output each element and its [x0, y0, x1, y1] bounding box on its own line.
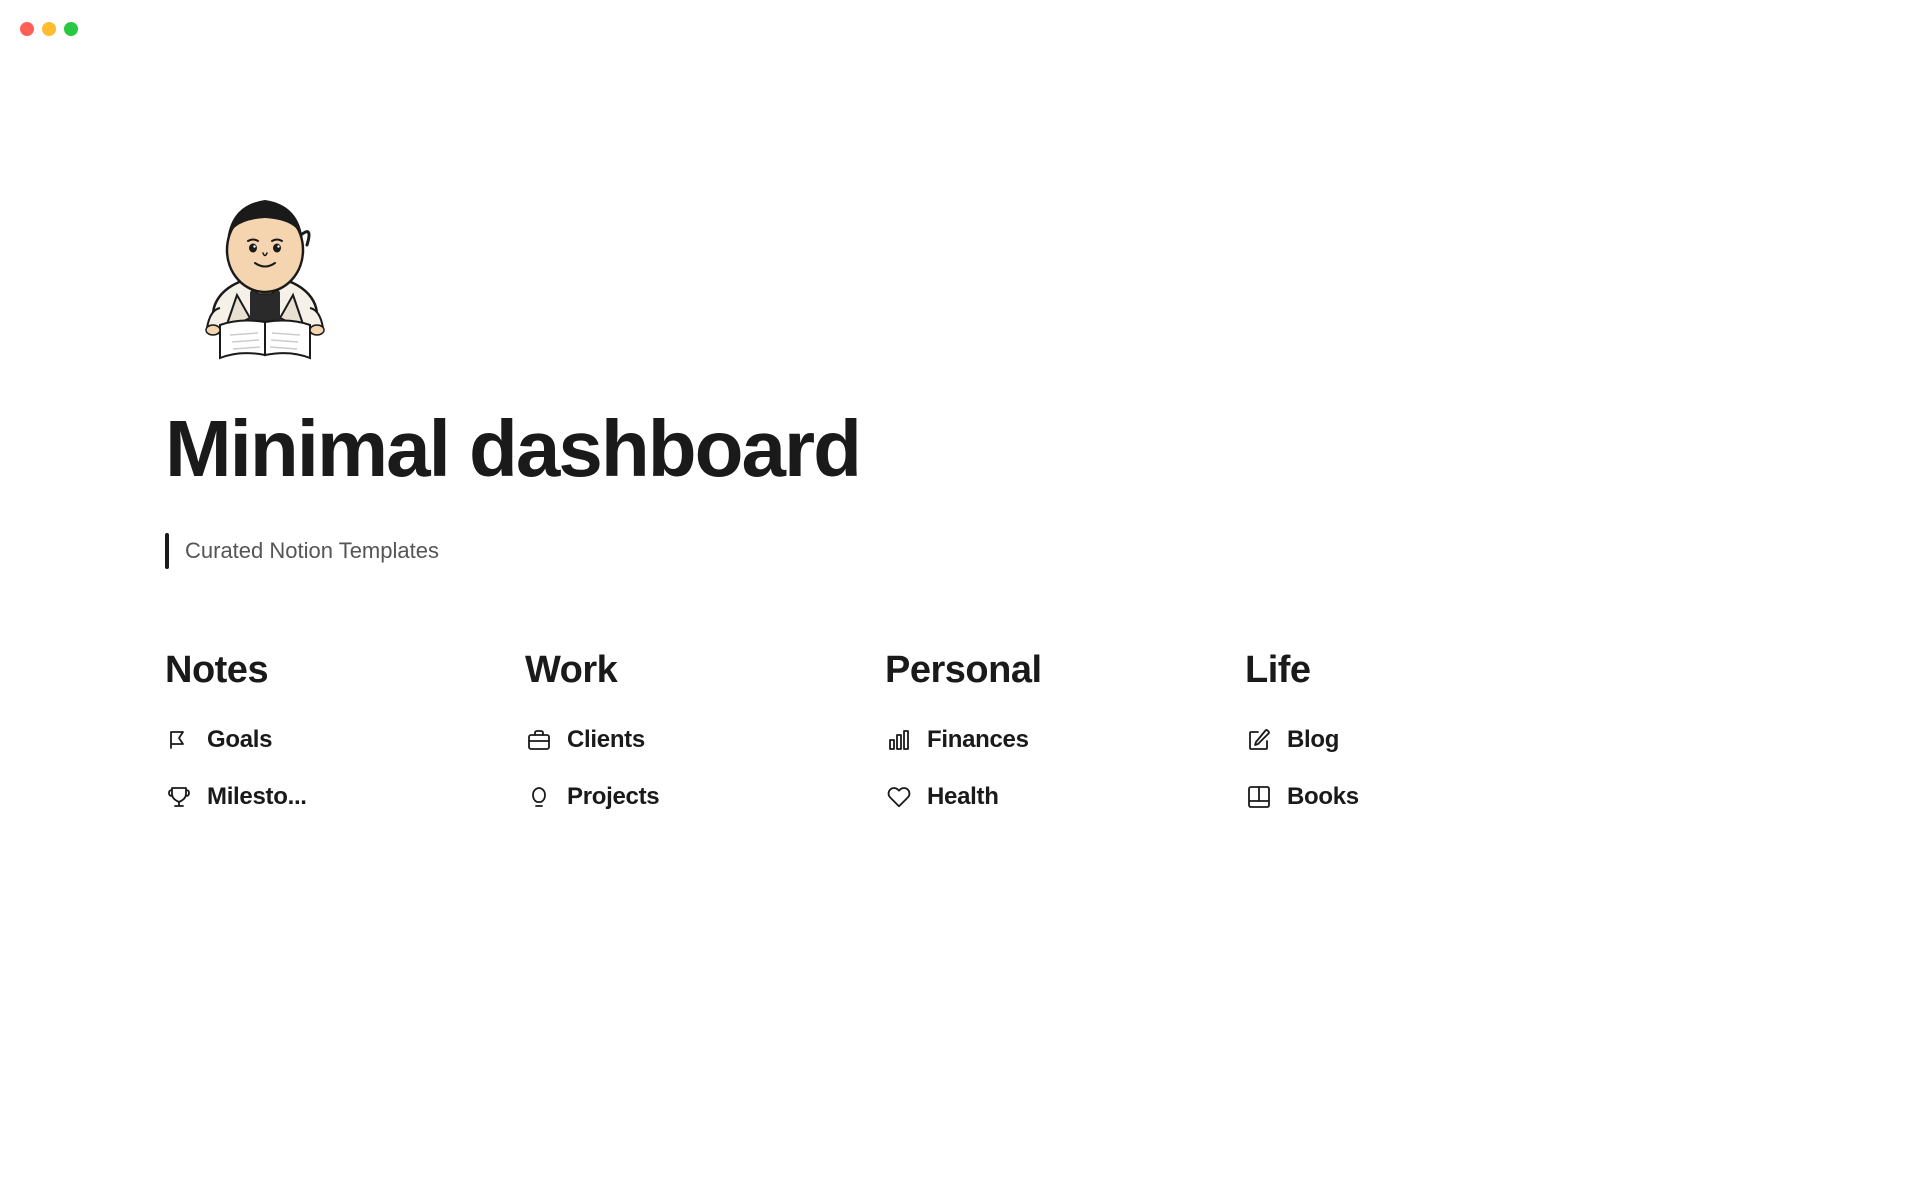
books-label: Books [1287, 783, 1359, 811]
trophy-icon [165, 785, 193, 809]
categories-grid: Notes Goals Milesto... Work Clie [165, 649, 1400, 826]
edit-icon [1245, 728, 1273, 752]
category-title-life: Life [1245, 649, 1525, 692]
category-title-personal: Personal [885, 649, 1165, 692]
category-life: Life Blog Books [1245, 649, 1525, 826]
category-personal: Personal Finances Health [885, 649, 1165, 826]
traffic-lights [20, 22, 78, 36]
category-notes: Notes Goals Milesto... [165, 649, 445, 826]
nav-item-milestones[interactable]: Milesto... [165, 769, 445, 826]
goals-label: Goals [207, 726, 272, 754]
nav-item-books[interactable]: Books [1245, 769, 1525, 826]
book-icon [1245, 785, 1273, 809]
illustration-area [165, 160, 1400, 365]
person-illustration [165, 160, 365, 360]
category-work: Work Clients Projects [525, 649, 805, 826]
maximize-button[interactable] [64, 22, 78, 36]
category-title-notes: Notes [165, 649, 445, 692]
briefcase-icon [525, 728, 553, 752]
health-label: Health [927, 783, 999, 811]
flag-icon [165, 728, 193, 752]
page-subtitle: Curated Notion Templates [185, 538, 439, 564]
blog-label: Blog [1287, 726, 1339, 754]
nav-item-projects[interactable]: Projects [525, 769, 805, 826]
milestones-label: Milesto... [207, 783, 307, 811]
main-content: Minimal dashboard Curated Notion Templat… [0, 0, 1400, 906]
heart-icon [885, 785, 913, 809]
finances-label: Finances [927, 726, 1029, 754]
clients-label: Clients [567, 726, 645, 754]
minimize-button[interactable] [42, 22, 56, 36]
lightbulb-icon [525, 785, 553, 809]
chart-icon [885, 728, 913, 752]
projects-label: Projects [567, 783, 659, 811]
nav-item-clients[interactable]: Clients [525, 712, 805, 769]
nav-item-finances[interactable]: Finances [885, 712, 1165, 769]
category-title-work: Work [525, 649, 805, 692]
nav-item-goals[interactable]: Goals [165, 712, 445, 769]
nav-item-health[interactable]: Health [885, 769, 1165, 826]
nav-item-blog[interactable]: Blog [1245, 712, 1525, 769]
quote-bar [165, 533, 169, 569]
subtitle-container: Curated Notion Templates [165, 533, 1400, 569]
close-button[interactable] [20, 22, 34, 36]
page-title: Minimal dashboard [165, 405, 1400, 493]
